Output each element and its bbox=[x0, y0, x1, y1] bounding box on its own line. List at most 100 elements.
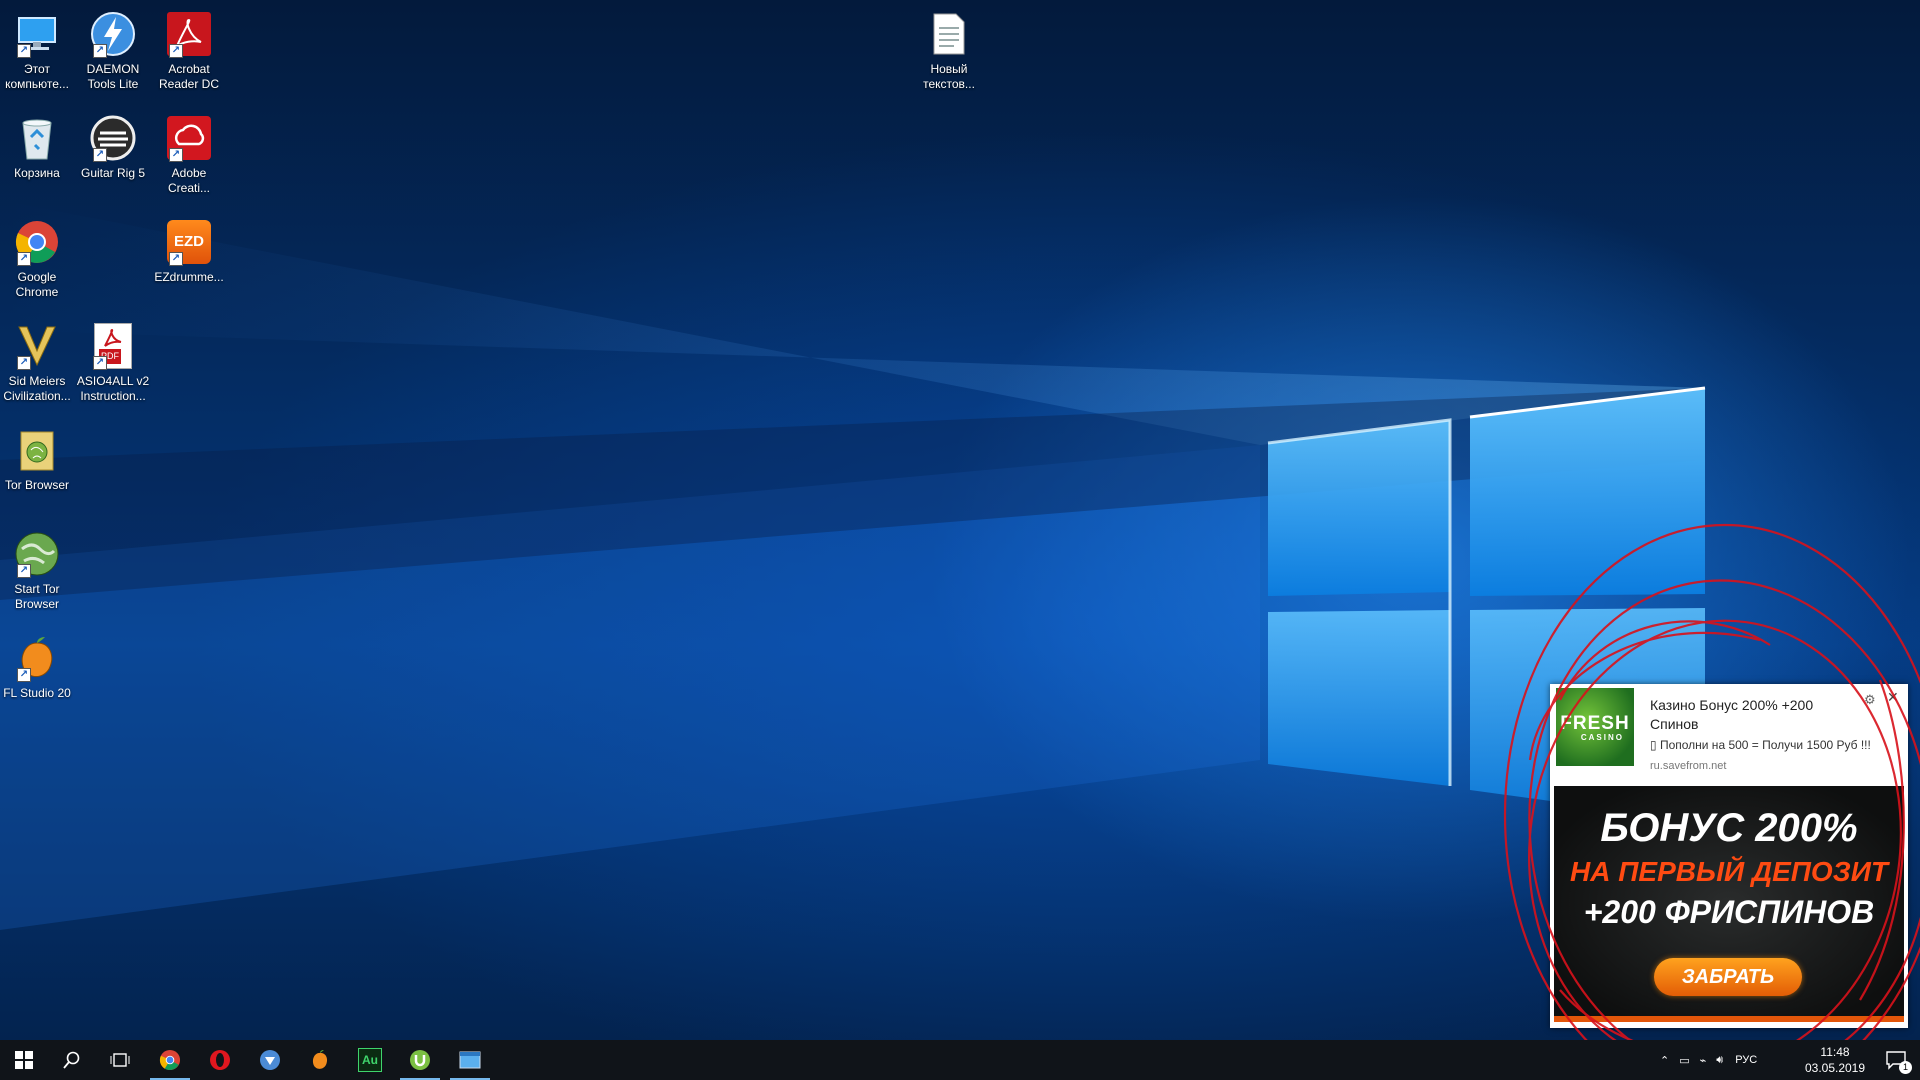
fresh-casino-logo: FRESH CASINO bbox=[1556, 688, 1634, 766]
search-icon bbox=[63, 1051, 80, 1069]
shortcut-arrow-icon: ↗ bbox=[17, 44, 31, 58]
icon-label: Acrobat Reader DC bbox=[158, 62, 220, 91]
shortcut-arrow-icon: ↗ bbox=[93, 148, 107, 162]
start-button[interactable] bbox=[0, 1040, 48, 1080]
close-icon[interactable]: ✕ bbox=[1887, 689, 1899, 706]
desktop-icon-start-tor[interactable]: ↗ Start Tor Browser bbox=[0, 526, 76, 612]
icon-label: DAEMON Tools Lite bbox=[86, 62, 140, 91]
logo-subtext: CASINO bbox=[1580, 732, 1624, 742]
shortcut-arrow-icon: ↗ bbox=[169, 44, 183, 58]
notification-body: ▯ Пополни на 500 = Получи 1500 Руб !!! bbox=[1650, 738, 1871, 752]
civilization-icon: ↗ bbox=[13, 322, 61, 370]
promo-banner-image[interactable]: БОНУС 200% НА ПЕРВЫЙ ДЕПОЗИТ +200 ФРИСПИ… bbox=[1554, 786, 1904, 1022]
acrobat-reader-icon: ↗ bbox=[165, 10, 213, 58]
desktop-icon-guitar-rig[interactable]: ↗ Guitar Rig 5 bbox=[74, 110, 152, 181]
tor-browser-folder-icon bbox=[13, 426, 61, 474]
banner-bottom-strip bbox=[1554, 1016, 1904, 1022]
shortcut-arrow-icon: ↗ bbox=[17, 356, 31, 370]
desktop-icon-recycle-bin[interactable]: Корзина bbox=[0, 110, 76, 181]
usb-icon[interactable]: ⌁ bbox=[1700, 1054, 1707, 1067]
action-center-button[interactable]: 1 bbox=[1872, 1040, 1920, 1080]
shortcut-arrow-icon: ↗ bbox=[17, 668, 31, 682]
desktop-icon-ezdrummer[interactable]: EZD ↗ EZdrumme... bbox=[150, 214, 228, 285]
icon-label: EZdrumme... bbox=[154, 270, 224, 284]
desktop-icon-acrobat[interactable]: ↗ Acrobat Reader DC bbox=[150, 6, 228, 92]
text-document-icon bbox=[925, 10, 973, 58]
taskbar-clock[interactable]: 11:48 03.05.2019 bbox=[1800, 1044, 1870, 1076]
clock-time: 11:48 bbox=[1820, 1045, 1850, 1059]
guitar-rig-icon: ↗ bbox=[89, 114, 137, 162]
shortcut-arrow-icon: ↗ bbox=[17, 564, 31, 578]
icon-label: FL Studio 20 bbox=[3, 686, 71, 700]
claim-button[interactable]: ЗАБРАТЬ bbox=[1654, 958, 1802, 996]
opera-icon bbox=[210, 1050, 230, 1070]
desktop-icon-this-pc[interactable]: ↗ Этот компьюте... bbox=[0, 6, 76, 92]
banner-freespins: +200 ФРИСПИНОВ bbox=[1583, 894, 1875, 930]
taskbar-vpn[interactable] bbox=[246, 1040, 294, 1080]
utorrent-icon bbox=[410, 1050, 430, 1070]
taskbar-fl-studio[interactable] bbox=[296, 1040, 344, 1080]
shortcut-arrow-icon: ↗ bbox=[17, 252, 31, 266]
shortcut-arrow-icon: ↗ bbox=[93, 44, 107, 58]
icon-label: Sid Meiers Civilization... bbox=[3, 374, 71, 403]
desktop-icon-adobe-cc[interactable]: ↗ Adobe Creati... bbox=[150, 110, 228, 196]
daemon-tools-icon: ↗ bbox=[89, 10, 137, 58]
chrome-icon bbox=[159, 1049, 181, 1071]
taskbar-explorer-window[interactable] bbox=[446, 1040, 494, 1080]
task-view-icon bbox=[110, 1053, 130, 1067]
icon-label: Guitar Rig 5 bbox=[80, 166, 146, 180]
shortcut-arrow-icon: ↗ bbox=[169, 148, 183, 162]
icon-label: Start Tor Browser bbox=[14, 582, 60, 611]
desktop-icon-fl-studio[interactable]: ↗ FL Studio 20 bbox=[0, 630, 76, 701]
pdf-icon: PDF ↗ bbox=[89, 322, 137, 370]
chevron-up-icon[interactable]: ⌃ bbox=[1660, 1054, 1669, 1067]
icon-label: Tor Browser bbox=[4, 478, 69, 492]
audition-icon: Au bbox=[358, 1048, 382, 1072]
start-icon bbox=[15, 1051, 33, 1069]
notification-title: Казино Бонус 200% +200 Спинов bbox=[1650, 697, 1814, 732]
desktop-icon-civilization[interactable]: ↗ Sid Meiers Civilization... bbox=[0, 318, 76, 404]
system-tray: ⌃ ▭ ⌁ 🔊︎ РУС bbox=[1660, 1040, 1757, 1080]
explorer-window-icon bbox=[459, 1051, 481, 1069]
icon-label: Этот компьюте... bbox=[5, 62, 69, 91]
clock-date: 03.05.2019 bbox=[1804, 1061, 1866, 1075]
volume-icon[interactable]: 🔊︎ bbox=[1716, 1054, 1723, 1067]
icon-label: Корзина bbox=[14, 166, 60, 180]
language-indicator[interactable]: РУС bbox=[1735, 1054, 1757, 1066]
icon-label: Adobe Creati... bbox=[167, 166, 210, 195]
taskbar-audition[interactable]: Au bbox=[346, 1040, 394, 1080]
taskbar-opera[interactable] bbox=[196, 1040, 244, 1080]
tor-vpn-icon bbox=[260, 1050, 280, 1070]
taskbar: Au ⌃ ▭ ⌁ 🔊︎ РУС 11:48 03.05.2019 1 bbox=[0, 1040, 1920, 1080]
desktop-icon-chrome[interactable]: ↗ Google Chrome bbox=[0, 214, 76, 300]
shortcut-arrow-icon: ↗ bbox=[169, 252, 183, 266]
desktop-icon-tor-browser[interactable]: Tor Browser bbox=[0, 422, 76, 493]
gear-icon[interactable]: ⚙ bbox=[1864, 692, 1876, 708]
fl-studio-icon bbox=[312, 1049, 328, 1069]
icon-label: Новый текстов... bbox=[923, 62, 975, 91]
shortcut-arrow-icon: ↗ bbox=[93, 356, 107, 370]
notification-count-badge: 1 bbox=[1899, 1061, 1912, 1074]
desktop-icon-new-text-document[interactable]: Новый текстов... bbox=[910, 6, 988, 92]
chrome-icon: ↗ bbox=[13, 218, 61, 266]
icon-label: Google Chrome bbox=[15, 270, 59, 299]
casino-ad-notification[interactable]: FRESH CASINO Казино Бонус 200% +200 Спин… bbox=[1550, 684, 1908, 1028]
desktop-icon-asio4all[interactable]: PDF ↗ ASIO4ALL v2 Instruction... bbox=[74, 318, 152, 404]
logo-text: FRESH bbox=[1560, 712, 1630, 734]
taskbar-chrome[interactable] bbox=[146, 1040, 194, 1080]
this-pc-icon: ↗ bbox=[13, 10, 61, 58]
recycle-bin-icon bbox=[13, 114, 61, 162]
desktop-icon-daemon-tools[interactable]: ↗ DAEMON Tools Lite bbox=[74, 6, 152, 92]
banner-headline: БОНУС 200% bbox=[1600, 806, 1858, 850]
tor-globe-icon: ↗ bbox=[13, 530, 61, 578]
taskbar-utorrent[interactable] bbox=[396, 1040, 444, 1080]
icon-label: ASIO4ALL v2 Instruction... bbox=[76, 374, 150, 403]
notification-source: ru.savefrom.net bbox=[1650, 760, 1727, 772]
network-icon[interactable]: ▭ bbox=[1679, 1054, 1689, 1067]
adobe-creative-cloud-icon: ↗ bbox=[165, 114, 213, 162]
task-view-button[interactable] bbox=[96, 1040, 144, 1080]
ezdrummer-icon: EZD ↗ bbox=[165, 218, 213, 266]
search-button[interactable] bbox=[48, 1040, 96, 1080]
banner-subheadline: НА ПЕРВЫЙ ДЕПОЗИТ bbox=[1570, 856, 1888, 887]
fl-studio-icon: ↗ bbox=[13, 634, 61, 682]
